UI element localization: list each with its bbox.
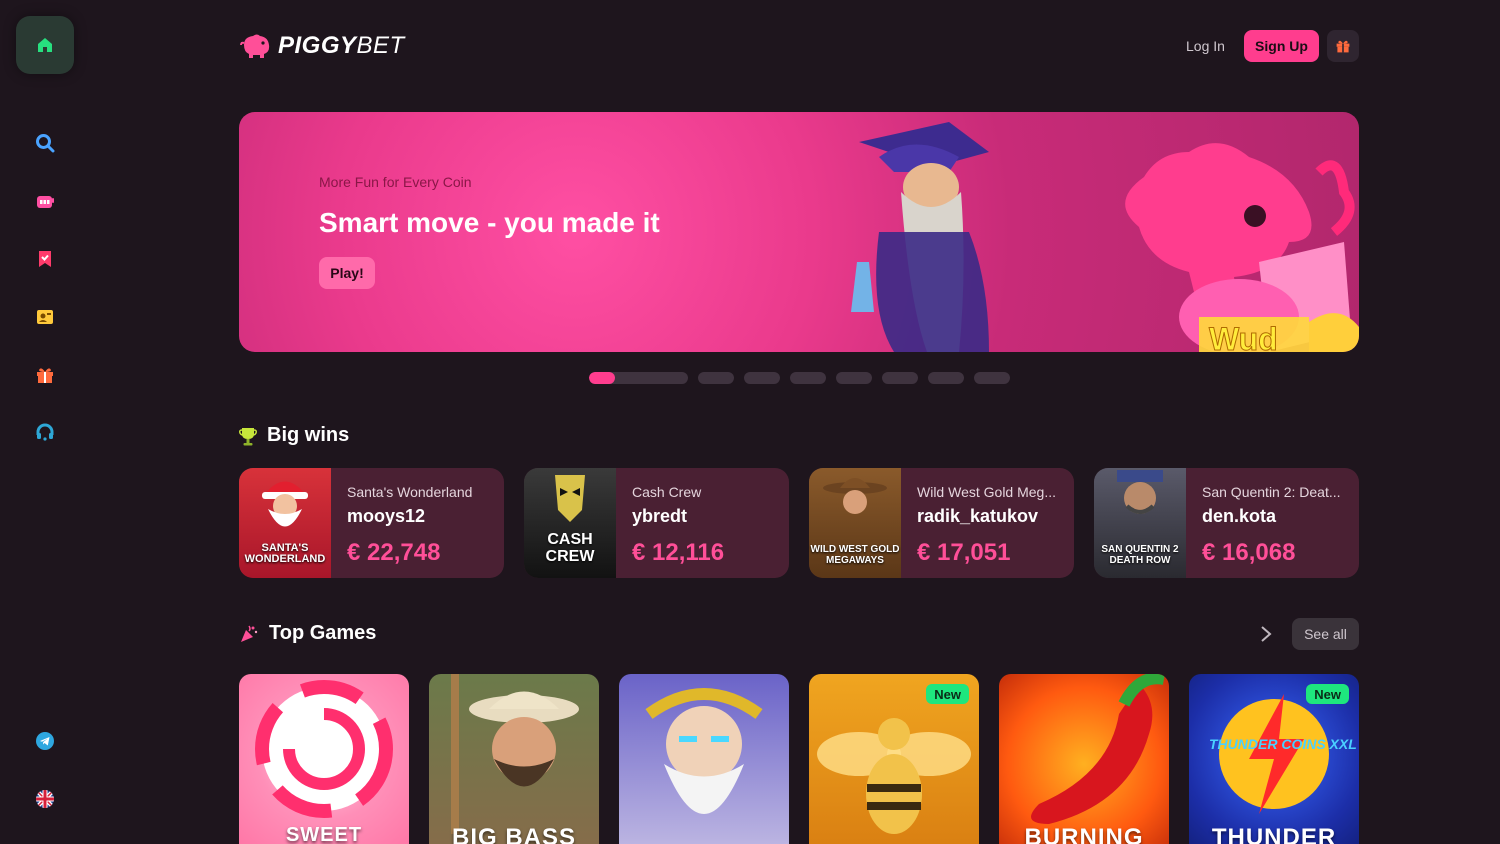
thumbnail-label: WILD WEST GOLD MEGAWAYS — [810, 544, 900, 566]
party-popper-icon — [241, 625, 258, 642]
pagination-dot[interactable] — [882, 372, 918, 384]
gift-button[interactable] — [1327, 30, 1359, 62]
sidebar — [0, 0, 90, 844]
cowboy-illustration — [823, 478, 887, 514]
banner-pagination — [589, 372, 1010, 384]
home-button[interactable] — [16, 16, 74, 74]
win-amount: € 17,051 — [917, 539, 1011, 566]
support-button[interactable] — [33, 421, 57, 445]
game-tile[interactable] — [619, 674, 789, 844]
win-amount: € 12,116 — [632, 539, 725, 566]
telegram-button[interactable] — [33, 729, 57, 753]
game-thumbnail: CASH CREW — [524, 468, 616, 578]
big-wins-title: Big wins — [267, 424, 350, 446]
win-username: radik_katukov — [917, 506, 1039, 526]
slots-button[interactable] — [33, 189, 57, 213]
signup-button[interactable]: Sign Up — [1244, 30, 1319, 62]
lollipop-illustration — [255, 680, 393, 818]
telegram-icon — [36, 732, 54, 750]
big-wins-heading: Big wins — [239, 424, 349, 447]
banner-illustration: Wud — [851, 122, 1359, 352]
login-link[interactable]: Log In — [1186, 38, 1225, 54]
top-games-list: SWEET BONANZA BIG BASS New BURNING THUND… — [239, 674, 1359, 844]
fisherman-illustration — [451, 674, 579, 834]
win-game-name: Cash Crew — [632, 484, 702, 500]
see-all-button[interactable]: See all — [1292, 618, 1359, 650]
game-thumbnail: SAN QUENTIN 2 DEATH ROW — [1094, 468, 1186, 578]
brand-name: PIGGYBET — [278, 32, 405, 59]
pagination-dot[interactable] — [836, 372, 872, 384]
win-game-name: San Quentin 2: Deat... — [1202, 484, 1341, 500]
bookmark-button[interactable] — [33, 247, 57, 271]
pagination-dot[interactable] — [698, 372, 734, 384]
gift-icon — [1336, 40, 1350, 53]
game-title: BURNING — [1024, 824, 1144, 844]
game-title: BIG BASS — [451, 824, 576, 844]
bookmark-icon — [39, 251, 51, 267]
win-card[interactable]: SAN QUENTIN 2 DEATH ROW San Quentin 2: D… — [1094, 468, 1359, 578]
banner-play-button[interactable]: Play! — [319, 257, 375, 289]
game-tile[interactable]: THUNDER COINS XXL New THUNDER — [1189, 674, 1359, 844]
support-icon — [36, 423, 54, 441]
pagination-dot[interactable] — [744, 372, 780, 384]
top-games-title: Top Games — [269, 622, 377, 644]
win-game-name: Wild West Gold Meg... — [917, 484, 1057, 500]
win-card[interactable]: WILD WEST GOLD MEGAWAYS Wild West Gold M… — [809, 468, 1074, 578]
search-button[interactable] — [33, 131, 57, 155]
game-tile[interactable]: BURNING — [999, 674, 1169, 844]
pagination-dot[interactable] — [790, 372, 826, 384]
game-tile[interactable]: BIG BASS — [429, 674, 599, 844]
live-casino-icon — [37, 310, 53, 324]
thumbnail-label: SANTA'S WONDERLAND — [244, 541, 326, 566]
game-tile[interactable]: SWEET BONANZA — [239, 674, 409, 844]
svg-text:Wud: Wud — [1209, 321, 1278, 352]
language-button[interactable] — [33, 787, 57, 811]
game-tile[interactable]: New — [809, 674, 979, 844]
win-amount: € 16,068 — [1202, 539, 1296, 566]
big-wins-list: SANTA'S WONDERLAND Santa's Wonderland mo… — [239, 468, 1359, 578]
game-thumbnail: SANTA'S WONDERLAND — [239, 468, 331, 578]
brand-logo[interactable]: PIGGYBET — [240, 32, 405, 60]
chili-pepper-illustration — [1031, 674, 1165, 824]
thumbnail-label: SAN QUENTIN 2 DEATH ROW — [1101, 544, 1179, 566]
game-thumbnail: WILD WEST GOLD MEGAWAYS — [809, 468, 901, 578]
promotions-button[interactable] — [33, 363, 57, 387]
piggy-logo-icon — [240, 34, 270, 58]
trophy-icon — [239, 427, 257, 445]
gift-icon — [37, 368, 53, 383]
top-games-heading: Top Games — [239, 622, 376, 645]
prisoner-illustration — [1117, 470, 1163, 514]
banner-title: Smart move - you made it — [319, 207, 660, 238]
slots-icon — [37, 196, 54, 208]
search-icon — [36, 134, 55, 153]
chevron-right-icon — [1261, 626, 1272, 642]
new-badge: New — [926, 684, 969, 704]
live-casino-button[interactable] — [33, 305, 57, 329]
top-games-next-button[interactable] — [1256, 624, 1276, 644]
win-amount: € 22,748 — [347, 539, 441, 566]
zeus-illustration — [645, 688, 763, 814]
win-username: den.kota — [1202, 506, 1277, 526]
pagination-dot[interactable] — [974, 372, 1010, 384]
pagination-dot[interactable] — [928, 372, 964, 384]
win-card[interactable]: CASH CREW Cash Crew ybredt € 12,116 — [524, 468, 789, 578]
win-game-name: Santa's Wonderland — [347, 484, 473, 500]
game-title: THUNDER — [1211, 824, 1337, 844]
win-card[interactable]: SANTA'S WONDERLAND Santa's Wonderland mo… — [239, 468, 504, 578]
banner-subtitle: More Fun for Every Coin — [319, 174, 472, 190]
santa-illustration — [262, 481, 308, 527]
pagination-dot-active[interactable] — [589, 372, 688, 384]
game-title: SWEET BONANZA — [285, 824, 363, 844]
new-badge: New — [1306, 684, 1349, 704]
thumbnail-label: CASH CREW — [545, 531, 595, 566]
win-username: mooys12 — [347, 506, 426, 526]
svg-text:THUNDER COINS XXL: THUNDER COINS XXL — [1209, 736, 1357, 752]
uk-flag-icon — [36, 790, 54, 808]
win-username: ybredt — [632, 506, 688, 526]
home-icon — [38, 38, 52, 52]
promo-banner[interactable]: More Fun for Every Coin Smart move - you… — [239, 112, 1359, 352]
masked-hero-illustration — [555, 475, 585, 522]
